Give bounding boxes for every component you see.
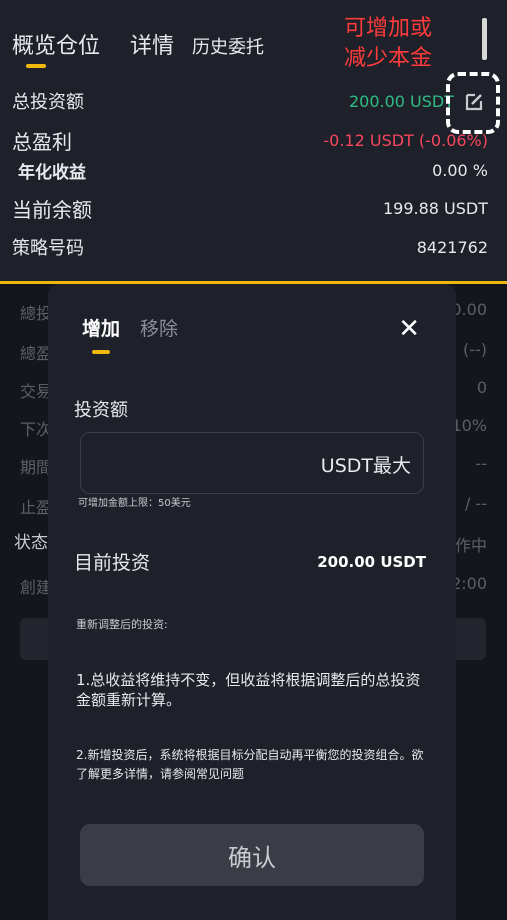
bg-value: -- bbox=[475, 454, 487, 473]
annualized-row: 年化收益 0.00 % bbox=[12, 158, 488, 183]
total-investment-label: 总投资额 bbox=[12, 92, 84, 113]
strategy-row: 策略号码 8421762 bbox=[12, 234, 488, 260]
adjust-investment-modal: 增加 移除 ✕ 投资额 USDT最大 可增加金额上限：50美元 目前投资 200… bbox=[48, 284, 456, 920]
balance-label: 当前余额 bbox=[12, 198, 92, 222]
balance-value: 199.88 USDT bbox=[382, 199, 488, 218]
balance-row: 当前余额 199.88 USDT bbox=[12, 194, 488, 223]
bg-created-value: 2:00 bbox=[451, 574, 487, 593]
tab-remove[interactable]: 移除 bbox=[140, 314, 178, 341]
confirm-button[interactable]: 确认 bbox=[80, 824, 424, 886]
strategy-value: 8421762 bbox=[416, 237, 488, 257]
bg-status-label: 状态 bbox=[14, 533, 48, 553]
annualized-label: 年化收益 bbox=[18, 163, 86, 183]
bg-value: / -- bbox=[464, 494, 487, 513]
investment-amount-label: 投资额 bbox=[74, 400, 128, 421]
close-icon[interactable]: ✕ bbox=[398, 314, 420, 344]
annualized-value: 0.00 % bbox=[432, 161, 488, 180]
max-increase-hint: 可增加金额上限：50美元 bbox=[78, 498, 191, 509]
current-investment-value: 200.00 USDT bbox=[317, 552, 426, 571]
annotation-text: 可增加或 减少本金 bbox=[344, 14, 432, 74]
edit-icon[interactable] bbox=[464, 92, 484, 112]
tab-details[interactable]: 详情 bbox=[130, 28, 174, 60]
current-investment-row: 目前投资 200.00 USDT bbox=[74, 548, 426, 575]
top-tabs: 概览仓位 详情 历史委托 bbox=[12, 28, 294, 60]
strategy-overview-panel: 概览仓位 详情 历史委托 可增加或 减少本金 总投资额 200.00 USDT … bbox=[0, 0, 507, 284]
note-2: 2.新增投资后，系统将根据目标分配自动再平衡您的投资组合。欲了解更多详情，请参阅… bbox=[76, 748, 424, 781]
bg-status-value: 作中 bbox=[454, 536, 487, 555]
total-investment-value: 200.00 USDT bbox=[348, 91, 454, 111]
investment-amount-input[interactable]: USDT最大 bbox=[80, 432, 424, 494]
total-profit-label: 总盈利 bbox=[12, 130, 72, 154]
note-1: 1.总收益将维持不变，但收益将根据调整后的总投资金额重新计算。 bbox=[76, 671, 421, 709]
bg-value: 10% bbox=[451, 416, 487, 435]
max-usdt-button[interactable]: USDT最大 bbox=[321, 451, 411, 478]
scrollbar[interactable] bbox=[482, 18, 487, 60]
total-profit-value: -0.12 USDT (-0.06%) bbox=[323, 131, 488, 150]
current-investment-label: 目前投资 bbox=[74, 552, 151, 574]
annotation-line-2: 减少本金 bbox=[344, 46, 433, 71]
tab-overview[interactable]: 概览仓位 bbox=[12, 28, 100, 60]
tab-add[interactable]: 增加 bbox=[82, 314, 120, 341]
total-investment-row: 总投资额 200.00 USDT bbox=[12, 88, 488, 114]
modal-active-tab-indicator bbox=[92, 350, 110, 354]
tab-history[interactable]: 历史委托 bbox=[192, 33, 264, 59]
strategy-label: 策略号码 bbox=[12, 238, 84, 259]
annotation-line-1: 可增加或 bbox=[344, 16, 433, 41]
adjusted-investment-label: 重新调整后的投资: bbox=[76, 618, 168, 631]
active-tab-indicator bbox=[26, 64, 46, 68]
bg-value: 0 bbox=[476, 378, 487, 397]
modal-tabs: 增加 移除 bbox=[82, 314, 198, 341]
bg-value: (--) bbox=[462, 340, 487, 359]
total-profit-row: 总盈利 -0.12 USDT (-0.06%) bbox=[12, 126, 488, 155]
